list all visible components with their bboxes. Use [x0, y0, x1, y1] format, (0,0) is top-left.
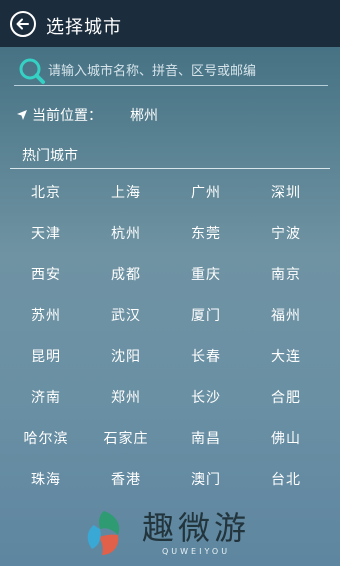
page-title: 选择城市 — [46, 17, 122, 38]
city-item[interactable]: 郑州 — [86, 376, 166, 417]
watermark-sub: QUWEIYOU — [161, 547, 231, 556]
city-item[interactable]: 南京 — [246, 253, 326, 294]
city-item[interactable]: 天津 — [6, 212, 86, 253]
back-arrow-icon[interactable] — [10, 11, 36, 37]
watermark: 趣微游 QUWEIYOU — [78, 507, 250, 559]
city-item[interactable]: 武汉 — [86, 294, 166, 335]
city-item[interactable]: 长沙 — [166, 376, 246, 417]
city-item[interactable]: 哈尔滨 — [6, 417, 86, 458]
header-bar: 选择城市 — [0, 0, 340, 47]
city-item[interactable]: 珠海 — [6, 458, 86, 499]
city-item[interactable]: 南昌 — [166, 417, 246, 458]
city-item[interactable]: 重庆 — [166, 253, 246, 294]
city-item[interactable]: 石家庄 — [86, 417, 166, 458]
city-item[interactable]: 宁波 — [246, 212, 326, 253]
city-item[interactable]: 东莞 — [166, 212, 246, 253]
current-location: 当前位置： 郴州 — [16, 105, 158, 125]
city-item[interactable]: 昆明 — [6, 335, 86, 376]
city-item[interactable]: 沈阳 — [86, 335, 166, 376]
location-arrow-icon — [17, 110, 27, 120]
city-item[interactable]: 佛山 — [246, 417, 326, 458]
hot-city-grid: 北京 上海 广州 深圳 天津 杭州 东莞 宁波 西安 成都 重庆 南京 苏州 武… — [6, 171, 326, 499]
city-item[interactable]: 深圳 — [246, 171, 326, 212]
city-item[interactable]: 合肥 — [246, 376, 326, 417]
watermark-text: 趣微游 QUWEIYOU — [142, 510, 250, 556]
watermark-main: 趣微游 — [142, 509, 251, 547]
city-item[interactable]: 西安 — [6, 253, 86, 294]
search-icon[interactable] — [18, 57, 46, 85]
city-item[interactable]: 福州 — [246, 294, 326, 335]
city-item[interactable]: 厦门 — [166, 294, 246, 335]
city-item[interactable]: 广州 — [166, 171, 246, 212]
city-item[interactable]: 澳门 — [166, 458, 246, 499]
city-item[interactable]: 台北 — [246, 458, 326, 499]
city-item[interactable]: 济南 — [6, 376, 86, 417]
search-underline — [14, 85, 328, 86]
location-label: 当前位置： — [32, 108, 102, 124]
city-item[interactable]: 成都 — [86, 253, 166, 294]
back-arrow-glyph — [16, 18, 29, 30]
location-city[interactable]: 郴州 — [130, 105, 158, 125]
city-item[interactable]: 上海 — [86, 171, 166, 212]
city-item[interactable]: 长春 — [166, 335, 246, 376]
city-item[interactable]: 杭州 — [86, 212, 166, 253]
search-input[interactable] — [48, 58, 324, 84]
city-item[interactable]: 香港 — [86, 458, 166, 499]
hot-cities-divider — [10, 168, 330, 169]
quweiyou-logo-icon — [87, 511, 120, 555]
city-item[interactable]: 大连 — [246, 335, 326, 376]
city-item[interactable]: 北京 — [6, 171, 86, 212]
city-item[interactable]: 苏州 — [6, 294, 86, 335]
search-bar[interactable] — [14, 56, 328, 86]
hot-cities-label: 热门城市 — [22, 148, 78, 164]
